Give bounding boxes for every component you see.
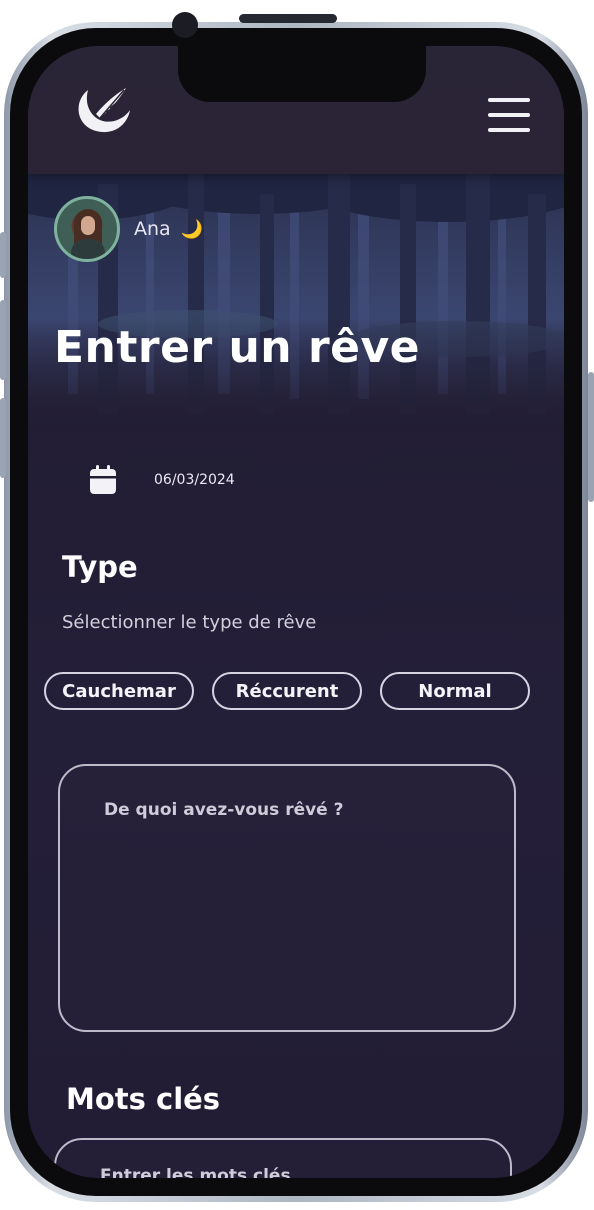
moon-emoji: 🌙 [180,219,204,240]
hamburger-menu-icon[interactable] [488,98,530,132]
phone-frame: Ana 🌙 Entrer un rêve 06/03/2024 Type Sél… [4,22,588,1202]
front-camera [172,12,198,38]
phone-bezel: Ana 🌙 Entrer un rêve 06/03/2024 Type Sél… [10,28,582,1196]
notch [178,46,426,102]
mute-switch [0,232,6,278]
dream-textarea-placeholder: De quoi avez-vous rêvé ? [104,800,344,820]
menu-line [488,98,530,102]
menu-line [488,113,530,117]
avatar[interactable] [54,196,120,262]
date-value[interactable]: 06/03/2024 [154,472,235,488]
dream-type-options: Cauchemar Réccurent Normal [44,672,530,710]
power-button [588,372,594,502]
page-title: Entrer un rêve [54,322,421,373]
chip-reccurent[interactable]: Réccurent [212,672,362,710]
chip-cauchemar[interactable]: Cauchemar [44,672,194,710]
speaker-grille [239,14,337,23]
type-title: Type [62,550,138,584]
feather-moon-logo-icon[interactable] [66,72,136,142]
keywords-placeholder: Entrer les mots clés [100,1166,291,1178]
date-picker[interactable]: 06/03/2024 [88,464,235,496]
calendar-icon[interactable] [88,464,118,496]
volume-down-button [0,398,6,478]
user-name: Ana 🌙 [134,218,203,240]
keywords-title: Mots clés [66,1082,221,1116]
user-name-text: Ana [134,218,171,240]
volume-up-button [0,300,6,380]
keywords-input[interactable]: Entrer les mots clés [54,1138,512,1178]
screen: Ana 🌙 Entrer un rêve 06/03/2024 Type Sél… [28,46,564,1178]
avatar-face [81,216,95,235]
menu-line [488,128,530,132]
type-subtitle: Sélectionner le type de rêve [62,612,317,633]
dream-textarea[interactable]: De quoi avez-vous rêvé ? [58,764,516,1032]
avatar-body [71,239,105,259]
chip-normal[interactable]: Normal [380,672,530,710]
